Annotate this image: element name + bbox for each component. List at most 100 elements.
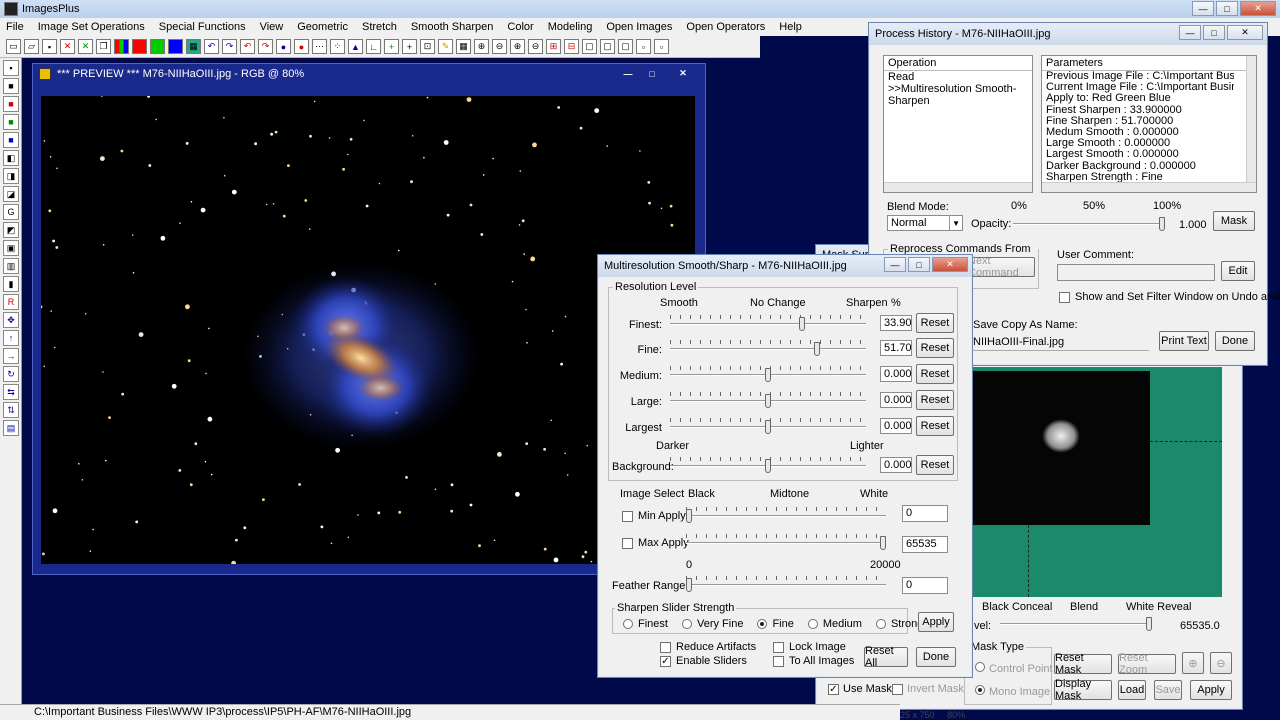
remove-window-icon[interactable]: ⊟	[564, 39, 579, 54]
flip-h-icon[interactable]: ⇆	[3, 384, 19, 400]
close-image-icon[interactable]: ✕	[60, 39, 75, 54]
close-all-icon[interactable]: ✕	[78, 39, 93, 54]
window-1-icon[interactable]: ▢	[582, 39, 597, 54]
red-dot-icon[interactable]: ●	[294, 39, 309, 54]
redo-all-icon[interactable]: ↷	[258, 39, 273, 54]
enable-sliders-checkbox[interactable]: ✓ Enable Sliders	[660, 655, 747, 667]
red-channel-icon[interactable]: ■	[3, 96, 19, 112]
resolution-row-slider[interactable]	[670, 340, 866, 356]
mask-button[interactable]: Mask	[1213, 211, 1255, 231]
next-command-button[interactable]: Next Command	[967, 255, 1035, 279]
blend-mode-select[interactable]: Normal ▼	[887, 215, 963, 231]
operation-item[interactable]: Read	[884, 71, 1032, 83]
parameters-hscrollbar[interactable]	[1042, 182, 1256, 192]
mask-level-slider[interactable]	[1000, 617, 1152, 631]
red-channel-icon[interactable]	[132, 39, 147, 54]
min-apply-checkbox[interactable]: Min Apply	[622, 510, 686, 522]
app-minimize-button[interactable]: —	[1192, 1, 1214, 16]
axes-icon[interactable]: ∟	[366, 39, 381, 54]
points-icon[interactable]: ⁘	[330, 39, 345, 54]
resolution-row-value[interactable]: 0.0000	[880, 366, 912, 382]
menu-special-functions[interactable]: Special Functions	[159, 21, 246, 33]
feather-range-field[interactable]: 0	[902, 577, 948, 594]
crosshair-icon[interactable]: +	[402, 39, 417, 54]
resolution-row-slider[interactable]	[670, 315, 866, 331]
blue-dot-icon[interactable]: ●	[276, 39, 291, 54]
resolution-row-reset-button[interactable]: Reset	[916, 416, 954, 436]
resolution-row-value[interactable]: 0.0000	[880, 392, 912, 408]
background-slider[interactable]	[670, 457, 866, 473]
parameters-vscrollbar[interactable]	[1246, 56, 1256, 192]
msharp-close-button[interactable]: ✕	[932, 257, 968, 272]
blue-channel-icon[interactable]	[168, 39, 183, 54]
preview-close-button[interactable]: ✕	[665, 66, 701, 81]
save-copy-input[interactable]: NIIHaOIII-Final.jpg	[973, 333, 1149, 351]
rgb-channels-icon[interactable]	[114, 39, 129, 54]
menu-help[interactable]: Help	[779, 21, 802, 33]
flip-v-icon[interactable]: ⇅	[3, 402, 19, 418]
save-icon[interactable]: ▪	[3, 60, 19, 76]
window-4-icon[interactable]: ▫	[636, 39, 651, 54]
mask-zoom-out-button[interactable]: ⊖	[1210, 652, 1232, 674]
menu-image-set-operations[interactable]: Image Set Operations	[38, 21, 145, 33]
use-mask-checkbox[interactable]: ✓ Use Mask	[828, 683, 892, 695]
user-comment-input[interactable]	[1057, 264, 1215, 281]
edit-button[interactable]: Edit	[1221, 261, 1255, 281]
strength-apply-button[interactable]: Apply	[918, 612, 954, 632]
g-icon[interactable]: G	[3, 204, 19, 220]
window-5-icon[interactable]: ▫	[654, 39, 669, 54]
save-button[interactable]: Save	[1154, 680, 1182, 700]
strength-radio-fine[interactable]: Fine	[757, 618, 794, 630]
reduce-artifacts-checkbox[interactable]: Reduce Artifacts	[660, 641, 756, 653]
info-icon[interactable]: ▤	[3, 420, 19, 436]
zoom-out-icon[interactable]: ⊖	[492, 39, 507, 54]
dots-icon[interactable]: ⋯	[312, 39, 327, 54]
preview-maximize-button[interactable]: □	[641, 66, 663, 81]
lock-image-checkbox[interactable]: Lock Image	[773, 641, 846, 653]
history-maximize-button[interactable]: □	[1203, 25, 1225, 40]
crop-icon[interactable]: ⊡	[420, 39, 435, 54]
max-apply-field[interactable]: 65535	[902, 536, 948, 553]
undo-icon[interactable]: ↶	[204, 39, 219, 54]
display-mask-button[interactable]: Display Mask	[1054, 678, 1112, 702]
window-2-icon[interactable]: ▢	[600, 39, 615, 54]
max-apply-checkbox[interactable]: Max Apply	[622, 537, 689, 549]
menu-color[interactable]: Color	[507, 21, 533, 33]
r-icon[interactable]: R	[3, 294, 19, 310]
menu-open-images[interactable]: Open Images	[606, 21, 672, 33]
menu-smooth-sharpen[interactable]: Smooth Sharpen	[411, 21, 494, 33]
triangle-icon[interactable]: ▲	[348, 39, 363, 54]
menu-view[interactable]: View	[260, 21, 284, 33]
window-3-icon[interactable]: ▢	[618, 39, 633, 54]
resolution-row-value[interactable]: 33.9000	[880, 315, 912, 331]
green-channel-icon[interactable]	[150, 39, 165, 54]
mask-apply-button[interactable]: Apply	[1190, 680, 1232, 700]
app-maximize-button[interactable]: □	[1216, 1, 1238, 16]
menu-open-operators[interactable]: Open Operators	[686, 21, 765, 33]
history-close-button[interactable]: ✕	[1227, 25, 1263, 40]
mono-image-radio[interactable]: Mono Image	[975, 685, 1050, 698]
msharp-maximize-button[interactable]: □	[908, 257, 930, 272]
print-text-button[interactable]: Print Text	[1159, 331, 1209, 351]
pencil-icon[interactable]: ✎	[438, 39, 453, 54]
strength-radio-strong[interactable]: Strong	[875, 618, 923, 630]
arrow-right-icon[interactable]: →	[3, 348, 19, 364]
zoom-in-icon[interactable]: ⊕	[474, 39, 489, 54]
blue-channel-icon[interactable]: ■	[3, 132, 19, 148]
msharp-minimize-button[interactable]: —	[884, 257, 906, 272]
background-value-field[interactable]: 0.0000	[880, 457, 912, 473]
reset-mask-button[interactable]: Reset Mask	[1054, 652, 1112, 676]
app-close-button[interactable]: ✕	[1240, 1, 1276, 16]
grid-icon[interactable]: ▦	[186, 39, 201, 54]
resolution-row-reset-button[interactable]: Reset	[916, 338, 954, 358]
min-apply-slider[interactable]	[686, 507, 886, 523]
open-folder-icon[interactable]: ▱	[24, 39, 39, 54]
to-all-images-checkbox[interactable]: To All Images	[773, 655, 854, 667]
resolution-row-reset-button[interactable]: Reset	[916, 390, 954, 410]
resolution-row-value[interactable]: 51.7000	[880, 340, 912, 356]
resolution-row-slider[interactable]	[670, 418, 866, 434]
rotate-icon[interactable]: ↻	[3, 366, 19, 382]
menu-geometric[interactable]: Geometric	[297, 21, 348, 33]
zoom-actual-icon[interactable]: ⊖	[528, 39, 543, 54]
opacity-slider[interactable]	[1013, 217, 1165, 231]
